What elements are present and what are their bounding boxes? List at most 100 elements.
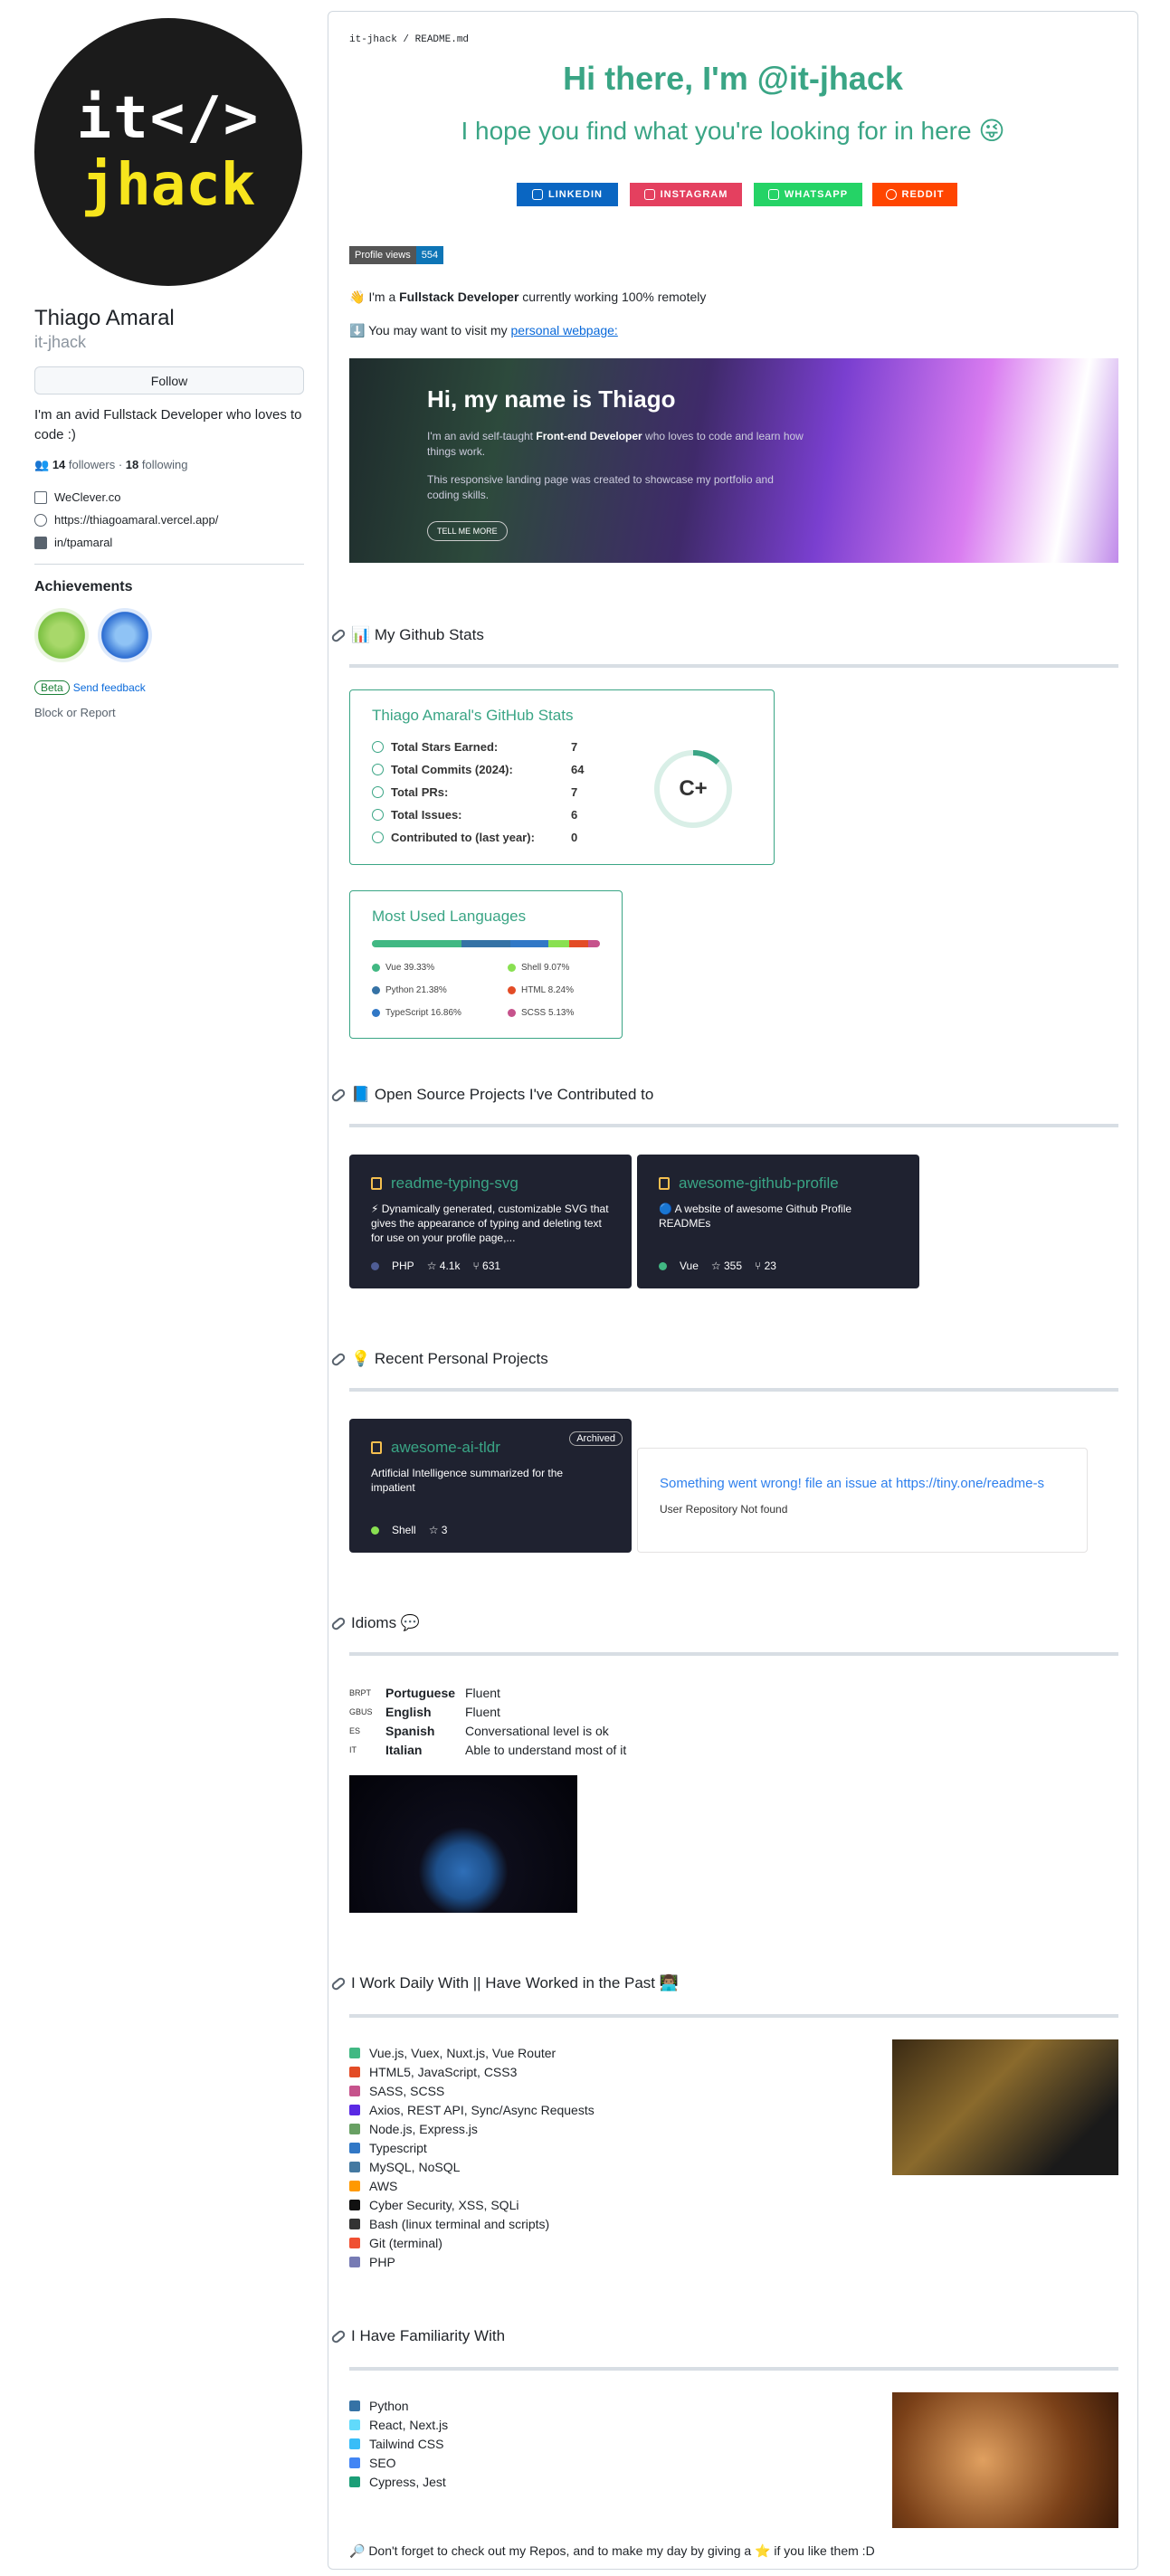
familiar-list: Python React, Next.js Tailwind CSS SEO Cypre… [349, 2396, 448, 2491]
stat-row: Total Commits (2024): 64 [372, 758, 584, 781]
avatar-text-2: jhack [81, 152, 256, 219]
footer-note: 🔎 Don't forget to check out my Repos, an… [349, 2543, 875, 2558]
webpage-line: ⬇️ You may want to visit my personal web… [349, 323, 618, 337]
tech-item: Typescript [349, 2138, 595, 2157]
math-gif [892, 2392, 1118, 2528]
stat-icon [372, 786, 384, 798]
tech-item: Cyber Security, XSS, SQLi [349, 2195, 595, 2214]
work-heading: I Work Daily With || Have Worked in the … [329, 1974, 1118, 1992]
readme-subtitle: I hope you find what you're looking for … [461, 117, 1005, 145]
heading-rule [349, 1652, 1118, 1656]
tech-item: SEO [349, 2453, 448, 2472]
tell-me-more-button[interactable]: TELL ME MORE [427, 521, 508, 541]
landing-page-preview[interactable]: Hi, my name is Thiago I'm an avid self-t… [349, 358, 1118, 563]
profile-sidebar: it</> jhack Thiago Amaral it-jhack Follo… [34, 18, 304, 719]
achievement-badges [34, 608, 304, 662]
tech-item: React, Next.js [349, 2415, 448, 2434]
stat-row: Total Issues: 6 [372, 803, 584, 826]
star-icon: ☆ 4.1k [426, 1259, 461, 1272]
readme-path[interactable]: it-jhack / README.md [349, 34, 469, 45]
tech-icon [349, 2161, 360, 2172]
block-report-link[interactable]: Block or Report [34, 706, 304, 719]
languages-list: Vue 39.33% Shell 9.07% Python 21.38% HTML 8… [372, 956, 607, 1024]
linkedin-icon [532, 189, 544, 200]
org-item[interactable]: WeClever.co [34, 490, 304, 504]
language-bar-segment [569, 940, 589, 947]
following-link[interactable]: 18 following [126, 458, 188, 471]
tech-item: Python [349, 2396, 448, 2415]
instagram-icon [643, 189, 655, 200]
link-icon [34, 513, 47, 527]
reddit-shield[interactable]: REDDIT [872, 183, 957, 206]
whatsapp-shield[interactable]: WHATSAPP [754, 183, 862, 206]
people-icon: 👥 [34, 458, 50, 471]
language-item: Vue 39.33% [372, 956, 508, 979]
stats-rows: Total Stars Earned: 7 Total Commits (2024)… [372, 736, 584, 849]
personal-webpage-link[interactable]: personal webpage: [511, 323, 618, 337]
star-icon: ☆ 3 [428, 1524, 448, 1536]
building-icon [34, 490, 47, 504]
stat-icon [372, 832, 384, 843]
anchor-link-icon[interactable] [329, 627, 347, 643]
tech-icon [349, 2400, 360, 2411]
heading-rule [349, 1124, 1118, 1127]
instagram-shield[interactable]: INSTAGRAM [630, 183, 742, 206]
achievement-badge-icon[interactable] [98, 608, 152, 662]
language-bar-segment [509, 940, 549, 947]
tech-icon [349, 2476, 360, 2487]
tech-item: Bash (linux terminal and scripts) [349, 2214, 595, 2233]
anchor-link-icon[interactable] [329, 1975, 347, 1991]
beta-pill: Beta [34, 680, 70, 695]
linkedin-icon [34, 536, 47, 549]
idiom-row: ES Spanish Conversational level is ok [349, 1723, 609, 1738]
tech-item: Node.js, Express.js [349, 2119, 595, 2138]
stat-row: Total Stars Earned: 7 [372, 736, 584, 758]
language-item: TypeScript 16.86% [372, 1002, 508, 1024]
languages-bar [372, 940, 600, 947]
profile-bio: I'm an avid Fullstack Developer who love… [34, 407, 302, 442]
fork-icon: ⑂ 23 [755, 1259, 776, 1272]
follow-button[interactable]: Follow [34, 366, 304, 394]
repo-card-awesome-github-profile[interactable]: awesome-github-profile 🔵 A website of aw… [637, 1155, 919, 1288]
anchor-link-icon[interactable] [329, 2328, 347, 2344]
linkedin-item[interactable]: in/tpamaral [34, 536, 304, 549]
tech-icon [349, 2419, 360, 2430]
tech-icon [349, 2142, 360, 2153]
profile-links: WeClever.co https://thiagoamaral.vercel.… [34, 490, 304, 549]
languages-card: Most Used Languages Vue 39.33% Shell 9.07… [349, 890, 623, 1039]
star-icon: ☆ 355 [710, 1259, 743, 1272]
idiom-row: GBUS English Fluent [349, 1704, 500, 1719]
archived-badge: Archived [569, 1431, 623, 1446]
avatar[interactable]: it</> jhack [34, 18, 302, 286]
tech-icon [349, 2085, 360, 2096]
language-item: Python 21.38% [372, 979, 508, 1002]
idiom-row: IT Italian Able to understand most of it [349, 1742, 627, 1757]
divider [34, 564, 304, 565]
repo-icon [371, 1177, 382, 1190]
github-stats-card: Thiago Amaral's GitHub Stats Total Stars… [349, 689, 775, 865]
rank-ring-progress [654, 750, 732, 828]
work-list: Vue.js, Vuex, Nuxt.js, Vue Router HTML5, … [349, 2043, 595, 2271]
rank-ring: C+ [654, 750, 732, 828]
tech-item: Axios, REST API, Sync/Async Requests [349, 2100, 595, 2119]
website-item[interactable]: https://thiagoamaral.vercel.app/ [34, 513, 304, 527]
profile-views-badge: Profile views 554 [349, 246, 444, 264]
language-item: Shell 9.07% [508, 956, 607, 979]
repo-card-awesome-ai-tldr[interactable]: awesome-ai-tldr Archived Artificial Inte… [349, 1419, 632, 1553]
repo-icon [371, 1441, 382, 1454]
heading-rule [349, 2367, 1118, 2371]
repo-card-readme-typing-svg[interactable]: readme-typing-svg ⚡ Dynamically generate… [349, 1155, 632, 1288]
anchor-link-icon[interactable] [329, 1087, 347, 1103]
language-bar-segment [588, 940, 600, 947]
anchor-link-icon[interactable] [329, 1351, 347, 1367]
followers-link[interactable]: 14 followers [52, 458, 115, 471]
stat-row: Total PRs: 7 [372, 781, 584, 803]
typing-gif [892, 2039, 1118, 2175]
tech-icon [349, 2199, 360, 2210]
achievement-badge-icon[interactable] [34, 608, 89, 662]
linkedin-shield[interactable]: LINKEDIN [517, 183, 618, 206]
avatar-text-1: it</> [76, 85, 261, 152]
send-feedback-link[interactable]: Send feedback [73, 681, 146, 694]
heading-rule [349, 1388, 1118, 1392]
anchor-link-icon[interactable] [329, 1615, 347, 1631]
